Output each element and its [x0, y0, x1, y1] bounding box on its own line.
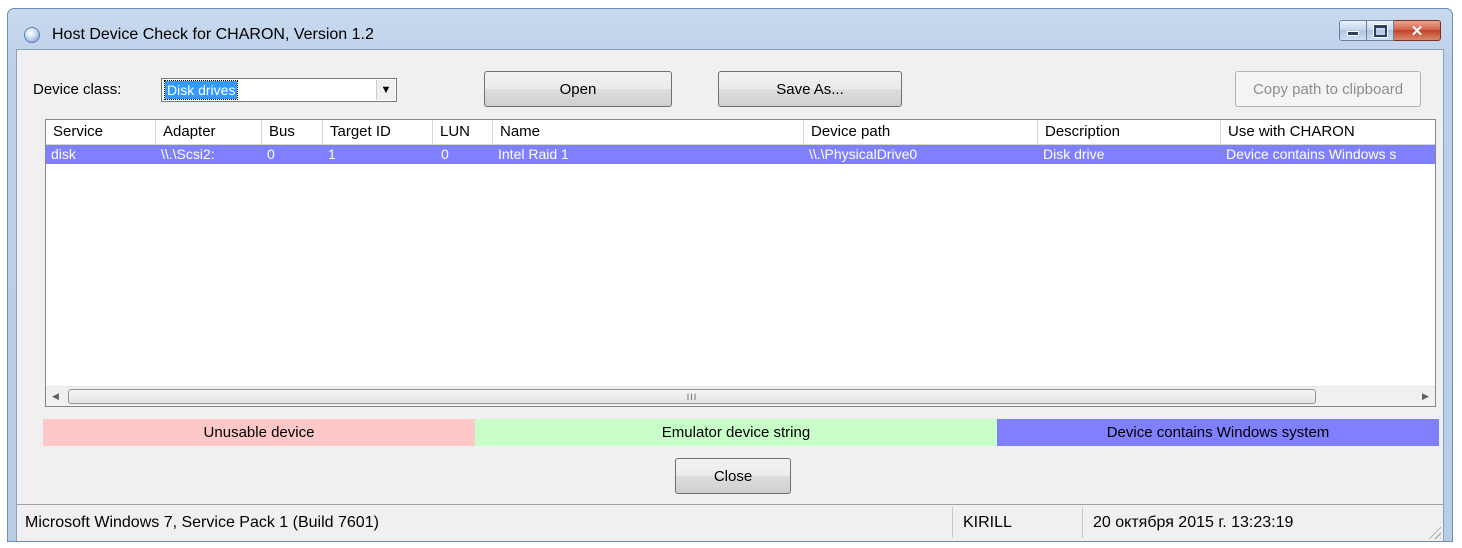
- legend-emulator-device-string: Emulator device string: [475, 419, 997, 446]
- main-window: Host Device Check for CHARON, Version 1.…: [7, 8, 1453, 542]
- minimize-icon: [1347, 31, 1359, 36]
- cell-name: Intel Raid 1: [498, 146, 569, 162]
- save-as-button-label: Save As...: [776, 80, 844, 98]
- close-window-button[interactable]: ✕: [1394, 20, 1441, 41]
- column-header-description[interactable]: Description: [1038, 120, 1221, 144]
- device-class-select[interactable]: Disk drives ▼: [161, 78, 397, 102]
- copy-path-button-label: Copy path to clipboard: [1252, 80, 1404, 98]
- scrollbar-thumb[interactable]: III: [68, 389, 1316, 404]
- status-user: KIRILL: [957, 507, 1083, 538]
- cell-target-id: 1: [328, 146, 336, 162]
- open-button-label: Open: [559, 80, 597, 98]
- column-header-service[interactable]: Service: [46, 120, 156, 144]
- column-header-target-id[interactable]: Target ID: [323, 120, 433, 144]
- app-icon: [24, 27, 40, 43]
- cell-description: Disk drive: [1043, 146, 1105, 162]
- device-list[interactable]: Service Adapter Bus Target ID LUN Name D…: [45, 119, 1436, 407]
- client-area: Device class: Disk drives ▼ Open Save As…: [16, 49, 1444, 541]
- cell-lun: 0: [441, 146, 449, 162]
- scroll-left-icon[interactable]: ◀: [46, 387, 65, 406]
- cell-use-with-charon: Device contains Windows s: [1226, 146, 1397, 162]
- cell-service: disk: [51, 146, 76, 162]
- column-header-adapter[interactable]: Adapter: [156, 120, 262, 144]
- column-header-name[interactable]: Name: [493, 120, 804, 144]
- close-button-label: Close: [713, 467, 753, 485]
- scroll-grip-icon: III: [686, 391, 698, 402]
- status-datetime: 20 октября 2015 г. 13:23:19: [1093, 514, 1294, 531]
- close-button[interactable]: Close: [675, 458, 791, 494]
- maximize-button[interactable]: [1367, 20, 1394, 41]
- column-header-device-path[interactable]: Device path: [804, 120, 1038, 144]
- caption-buttons: ✕: [1339, 20, 1441, 41]
- open-button[interactable]: Open: [484, 71, 672, 107]
- table-row[interactable]: disk \\.\Scsi2: 0 1 0 Intel Raid 1 \\.\P…: [46, 145, 1435, 164]
- minimize-button[interactable]: [1339, 20, 1367, 41]
- legend-unusable-device: Unusable device: [43, 419, 475, 446]
- cell-device-path: \\.\PhysicalDrive0: [809, 146, 918, 162]
- legend-windows-system: Device contains Windows system: [997, 419, 1439, 446]
- maximize-icon: [1373, 24, 1387, 37]
- save-as-button[interactable]: Save As...: [718, 71, 902, 107]
- status-bar: Microsoft Windows 7, Service Pack 1 (Bui…: [17, 504, 1443, 541]
- column-header-lun[interactable]: LUN: [433, 120, 493, 144]
- cell-bus: 0: [267, 146, 275, 162]
- window-title: Host Device Check for CHARON, Version 1.…: [52, 26, 374, 43]
- device-class-label: Device class:: [33, 81, 122, 98]
- horizontal-scrollbar[interactable]: ◀ III ▶: [46, 386, 1435, 406]
- cell-adapter: \\.\Scsi2:: [161, 146, 215, 162]
- list-header: Service Adapter Bus Target ID LUN Name D…: [46, 120, 1435, 145]
- title-bar[interactable]: Host Device Check for CHARON, Version 1.…: [8, 9, 1452, 49]
- copy-path-button[interactable]: Copy path to clipboard: [1235, 71, 1421, 107]
- close-icon: ✕: [1410, 22, 1424, 40]
- dropdown-arrow-icon[interactable]: ▼: [376, 80, 395, 100]
- column-header-bus[interactable]: Bus: [262, 120, 323, 144]
- scroll-right-icon[interactable]: ▶: [1416, 387, 1435, 406]
- device-class-value: Disk drives: [163, 80, 239, 100]
- status-os: Microsoft Windows 7, Service Pack 1 (Bui…: [19, 507, 953, 538]
- column-header-use-with-charon[interactable]: Use with CHARON: [1221, 120, 1435, 144]
